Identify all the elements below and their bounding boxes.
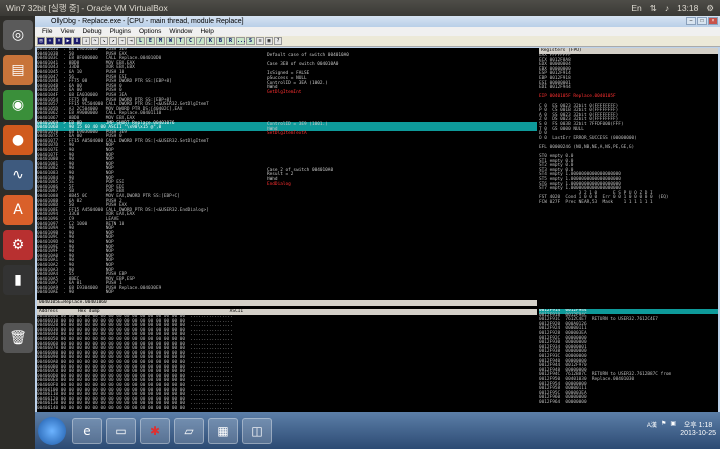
app-icon[interactable]: ◫	[242, 417, 272, 444]
callstack-window-button[interactable]: K	[206, 37, 215, 45]
firefox-icon[interactable]: ●	[3, 125, 33, 155]
menu-bar: File View Debug Plugins Options Window H…	[35, 27, 720, 36]
trash-icon[interactable]: 🗑	[3, 323, 33, 353]
network-icon[interactable]: ⇅	[650, 3, 657, 14]
threads-window-button[interactable]: T	[176, 37, 185, 45]
help-icon[interactable]: ?	[274, 37, 282, 45]
files-icon[interactable]: ▤	[3, 55, 33, 85]
host-top-panel: Win7 32bit [실행 중] - Oracle VM VirtualBox…	[0, 0, 720, 16]
open-icon[interactable]: ▤	[37, 37, 45, 45]
windows-window-button[interactable]: W	[166, 37, 175, 45]
disassembly-comments: Default case of switch 004010A0 Case 3E8 …	[267, 53, 349, 187]
disasm-line: 004010AE . 90 NOP	[37, 290, 114, 296]
toolbar: ▤ « × ▶ Ⅱ ↓ ↷ ↘ ↗ → ⇥ L E M W T C / K B …	[35, 36, 720, 47]
network-tray-icon[interactable]: ▣	[670, 420, 676, 429]
host-clock[interactable]: 13:18	[677, 3, 698, 13]
disasm-comment: EndDialog	[267, 181, 291, 187]
dump-pane[interactable]: Address Hex dump ASCII 00406000 00 00 00…	[37, 309, 537, 412]
menu-options[interactable]: Options	[136, 28, 164, 35]
ime-icon[interactable]: A漢	[647, 420, 657, 429]
dump-line: 00406140 00 00 00 00 00 00 00 00 00 00 0…	[37, 405, 233, 411]
execute-till-return-icon[interactable]: →	[118, 37, 126, 45]
clock-date: 2013-10-25	[680, 430, 716, 437]
run-trace-window-button[interactable]: ...	[236, 37, 246, 45]
log-window-button[interactable]: L	[136, 37, 145, 45]
references-window-button[interactable]: R	[226, 37, 235, 45]
menu-debug[interactable]: Debug	[79, 28, 104, 35]
disassembly-status: 0040105E=Replace.00401060	[37, 300, 537, 306]
cpu-window-button[interactable]: C	[186, 37, 195, 45]
ollydbg-title: OllyDbg - Replace.exe - [CPU - main thre…	[51, 18, 244, 25]
breakpoints-window-button[interactable]: B	[216, 37, 225, 45]
list-icon[interactable]: ≡	[256, 37, 264, 45]
disasm-comment: Case 3E8 of switch 004010A0	[267, 62, 339, 68]
flag-icon[interactable]: ⚑	[661, 420, 666, 429]
source-window-button[interactable]: S	[246, 37, 255, 45]
trace-into-icon[interactable]: ↘	[100, 37, 108, 45]
windows-taskbar: e ▭ ✱ ▱ ▦ ◫ A漢 ⚑ ▣ 오후 1:18 2013-10-25	[35, 412, 720, 449]
notepad-icon[interactable]: ▱	[174, 417, 204, 444]
dump-lines: 00406000 00 00 00 00 00 00 00 00 00 00 0…	[37, 314, 537, 411]
ollydbg-icon[interactable]: ✱	[140, 417, 170, 444]
menu-view[interactable]: View	[57, 28, 77, 35]
menu-file[interactable]: File	[39, 28, 55, 35]
rewind-icon[interactable]: «	[46, 37, 54, 45]
stack-lines: 0012F914 0012F944 0012F918 0012F94C 0012F9…	[539, 309, 718, 405]
calc-icon[interactable]: ▦	[208, 417, 238, 444]
disasm-comment: Default case of switch 004010A0	[267, 53, 349, 58]
software-center-icon[interactable]: A	[3, 195, 33, 225]
explorer-icon[interactable]: ▭	[106, 417, 136, 444]
dash-icon[interactable]: ◎	[3, 20, 33, 50]
step-over-icon[interactable]: ↷	[91, 37, 99, 45]
virtualbox-window: OllyDbg - Replace.exe - [CPU - main thre…	[35, 16, 720, 449]
memory-window-button[interactable]: M	[156, 37, 165, 45]
patches-window-button[interactable]: /	[196, 37, 205, 45]
power-icon[interactable]: ⚙	[706, 3, 714, 14]
minimize-icon[interactable]: –	[686, 17, 696, 25]
terminal-icon[interactable]: ▮	[3, 265, 33, 295]
windows-tray: A漢 ⚑ ▣	[647, 420, 676, 429]
trace-over-icon[interactable]: ↗	[109, 37, 117, 45]
menu-help[interactable]: Help	[197, 28, 216, 35]
clock-time: 오후 1:18	[683, 422, 713, 429]
host-window-title: Win7 32bit [실행 중] - Oracle VM VirtualBox	[6, 3, 168, 13]
modules-window-button[interactable]: E	[146, 37, 155, 45]
run-icon[interactable]: ▶	[64, 37, 72, 45]
cpu-window: 00401036 . 68 E9030000 PUSH 3E9 0040103B …	[37, 48, 718, 412]
stack-line: 0012F964 00000000	[539, 399, 587, 405]
menu-window[interactable]: Window	[166, 28, 195, 35]
ie-icon[interactable]: e	[72, 417, 102, 444]
window-buttons: – □ ×	[686, 17, 718, 25]
menu-plugins[interactable]: Plugins	[107, 28, 134, 35]
register-line: FCW 027F Prec NEAR,53 Mask 1 1 1 1 1 1	[539, 200, 653, 205]
pause-icon[interactable]: Ⅱ	[73, 37, 81, 45]
system-monitor-icon[interactable]: ∿	[3, 160, 33, 190]
step-into-icon[interactable]: ↓	[82, 37, 90, 45]
chrome-icon[interactable]: ◉	[3, 90, 33, 120]
stack-pane[interactable]: 0012F914 0012F944 0012F918 0012F94C 0012F9…	[539, 309, 718, 412]
registers-lines: EAX FFFFFFFF ECX 0012F8A8 EDX 00000004 EBX …	[539, 53, 718, 206]
close-icon[interactable]: ×	[708, 17, 718, 25]
ubuntu-launcher: ◎ ▤ ◉ ● ∿ A ⚙ ▮ 🗑	[0, 16, 35, 449]
volume-icon[interactable]: ♪	[665, 3, 669, 13]
maximize-icon[interactable]: □	[697, 17, 707, 25]
windows-clock[interactable]: 오후 1:18 2013-10-25	[680, 422, 716, 438]
registers-pane[interactable]: Registers (FPU) EAX FFFFFFFF ECX 0012F8A8…	[539, 48, 718, 306]
options-icon[interactable]: ▦	[265, 37, 273, 45]
settings-icon[interactable]: ⚙	[3, 230, 33, 260]
disassembly-pane[interactable]: 00401036 . 68 E9030000 PUSH 3E9 0040103B …	[37, 48, 537, 306]
ollydbg-title-bar[interactable]: OllyDbg - Replace.exe - [CPU - main thre…	[35, 16, 720, 27]
host-tray: En ⇅ ♪ 13:18 ⚙	[631, 3, 714, 14]
keyboard-layout-icon[interactable]: En	[631, 3, 641, 13]
start-button[interactable]	[38, 416, 66, 445]
goto-icon[interactable]: ⇥	[127, 37, 135, 45]
close-process-icon[interactable]: ×	[55, 37, 63, 45]
